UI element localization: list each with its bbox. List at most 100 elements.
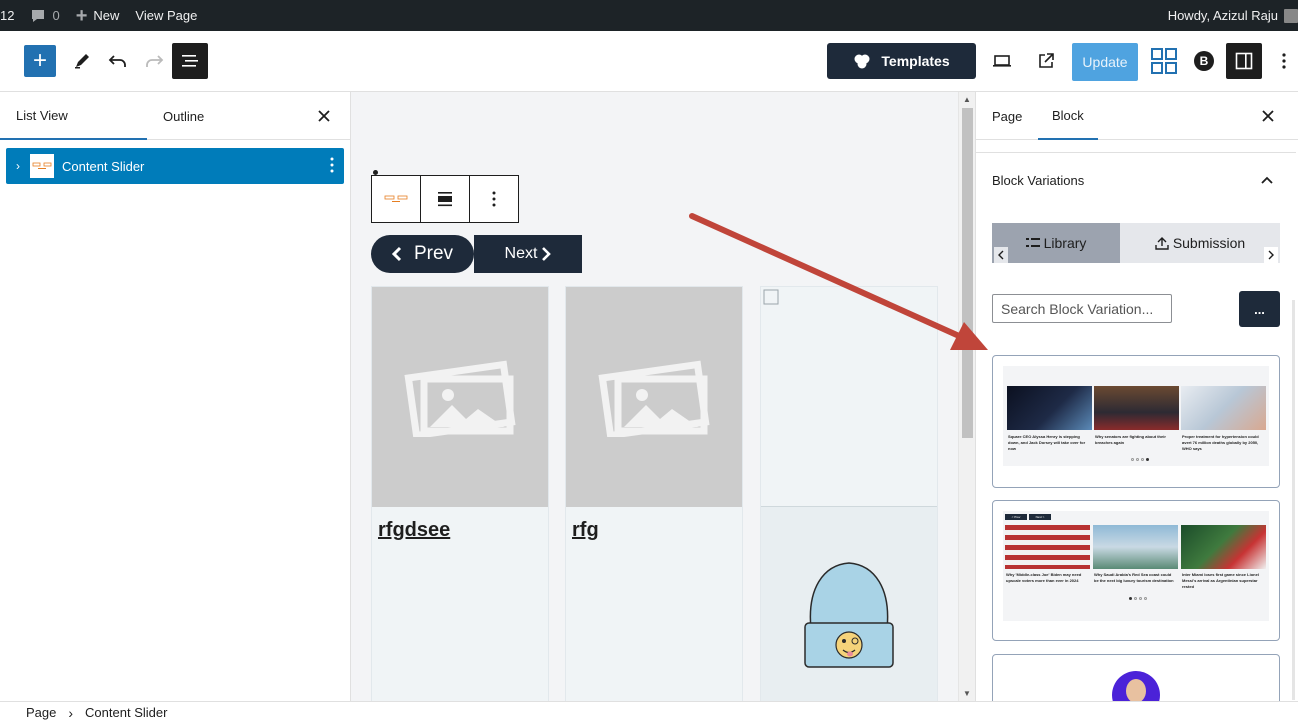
- list-item[interactable]: › Content Slider: [6, 148, 344, 184]
- variation-tabs: Library Submission: [992, 223, 1280, 263]
- tab-library-label: Library: [1043, 235, 1087, 251]
- editor-canvas[interactable]: Prev Next rfgdsee rfg: [351, 92, 958, 701]
- preview-button[interactable]: [990, 45, 1014, 77]
- new-link[interactable]: + New: [68, 0, 128, 31]
- slider-prev-button[interactable]: Prev: [371, 235, 474, 273]
- preview-pagination-dots: [1131, 458, 1149, 461]
- user-menu[interactable]: Howdy, Azizul Raju: [1160, 0, 1298, 31]
- chevron-left-icon: [998, 250, 1004, 260]
- scrollbar-thumb[interactable]: [962, 108, 973, 438]
- tab-block[interactable]: Block: [1038, 92, 1098, 140]
- block-type-button[interactable]: [372, 176, 421, 222]
- brand-plugin-button[interactable]: B: [1194, 51, 1214, 71]
- admin-counter[interactable]: 12: [0, 0, 22, 31]
- preview-image: [1181, 386, 1266, 430]
- editor-header: + Templates Update B: [0, 31, 1298, 92]
- block-more-options-button[interactable]: [470, 176, 518, 222]
- tab-page[interactable]: Page: [992, 92, 1022, 140]
- redo-icon: [146, 55, 164, 67]
- variation-card[interactable]: Square CEO Alyssa Henry is stepping down…: [992, 355, 1280, 488]
- document-overview-button[interactable]: [172, 43, 208, 79]
- templates-button[interactable]: Templates: [827, 43, 976, 79]
- avatar-face: [1126, 679, 1146, 701]
- tab-outline[interactable]: Outline: [147, 92, 257, 140]
- list-view-icon: [182, 55, 198, 67]
- view-page-link[interactable]: View Page: [127, 0, 205, 31]
- add-block-button[interactable]: +: [24, 45, 56, 77]
- variation-card[interactable]: [992, 654, 1280, 701]
- breadcrumb-separator-icon: ›: [68, 704, 74, 721]
- tools-button[interactable]: [70, 45, 94, 77]
- align-button[interactable]: [421, 176, 470, 222]
- slider-next-button[interactable]: Next: [474, 235, 582, 273]
- preview-image: [1094, 386, 1179, 430]
- canvas-scrollbar[interactable]: ▲ ▼: [958, 92, 975, 701]
- tab-block-label: Block: [1052, 107, 1084, 123]
- preview-image: [1005, 525, 1090, 569]
- more-label: ...: [1254, 301, 1265, 317]
- card-image-placeholder: [372, 287, 548, 507]
- variation-preview: Square CEO Alyssa Henry is stepping down…: [1003, 366, 1269, 466]
- list-item-label: Content Slider: [62, 158, 145, 174]
- list-view-panel: List View Outline › Content Slider: [0, 92, 351, 701]
- breadcrumb-page[interactable]: Page: [26, 705, 56, 720]
- redo-button[interactable]: [142, 45, 166, 77]
- desktop-icon: [993, 55, 1011, 67]
- pencil-icon: [75, 54, 89, 69]
- settings-sidebar-button[interactable]: [1226, 43, 1262, 79]
- settings-sidebar: Page Block Block Variations Library Subm…: [975, 92, 1298, 701]
- tab-list-view[interactable]: List View: [0, 92, 147, 140]
- slider-card[interactable]: rfgdsee: [371, 286, 549, 701]
- chevron-up-icon: [1261, 176, 1273, 184]
- comments-link[interactable]: 0: [22, 0, 67, 31]
- preview-caption: Square CEO Alyssa Henry is stepping down…: [1008, 434, 1086, 451]
- search-input[interactable]: Search Block Variation...: [992, 294, 1172, 323]
- external-link-icon: [1039, 53, 1054, 68]
- align-center-icon: [438, 192, 452, 207]
- dot: [1146, 458, 1149, 461]
- admin-counter-text: 12: [0, 8, 15, 23]
- update-label: Update: [1082, 54, 1128, 70]
- block-toolbar: [371, 175, 519, 223]
- breadcrumb-block[interactable]: Content Slider: [85, 705, 167, 720]
- preview-pagination-dots: [1129, 597, 1147, 600]
- chevron-right-icon[interactable]: ›: [6, 159, 30, 173]
- variation-card[interactable]: < Prev Next > Why 'Middle-class Joe' Bid…: [992, 500, 1280, 641]
- prev-label: Prev: [413, 243, 454, 264]
- scroll-up-arrow[interactable]: ▲: [963, 95, 971, 104]
- block-options-icon[interactable]: [330, 157, 334, 176]
- image-placeholder-icon: [598, 360, 710, 437]
- options-button[interactable]: [1274, 45, 1294, 77]
- card-title[interactable]: rfg: [566, 507, 742, 554]
- card-image-placeholder: [566, 287, 742, 507]
- view-post-button[interactable]: [1034, 45, 1058, 77]
- block-thumbnail: [30, 154, 54, 178]
- more-button[interactable]: ...: [1239, 291, 1280, 327]
- tab-submission[interactable]: Submission: [1120, 223, 1280, 263]
- section-divider: [976, 152, 1296, 153]
- block-variations-title[interactable]: Block Variations: [992, 173, 1084, 188]
- scroll-down-arrow[interactable]: ▼: [963, 689, 971, 698]
- upload-icon: [1155, 237, 1169, 250]
- slider-card[interactable]: rfg: [565, 286, 743, 701]
- dot: [1141, 458, 1144, 461]
- sidebar-tabs: Page Block: [976, 92, 1298, 140]
- card-title[interactable]: rfgdsee: [372, 507, 548, 554]
- update-button[interactable]: Update: [1072, 43, 1138, 81]
- tabs-scroll-right[interactable]: [1264, 247, 1278, 263]
- content-slider-block-icon: [32, 162, 52, 169]
- templates-label: Templates: [881, 53, 950, 69]
- tab-library[interactable]: Library: [992, 223, 1120, 263]
- slider-card[interactable]: [760, 286, 938, 701]
- tabs-scroll-left[interactable]: [994, 247, 1008, 263]
- close-sidebar-button[interactable]: [1260, 92, 1276, 140]
- view-page-label: View Page: [135, 8, 198, 23]
- grid-plugin-button[interactable]: [1150, 47, 1178, 75]
- collapse-section-button[interactable]: [1260, 173, 1274, 188]
- tab-submission-label: Submission: [1172, 235, 1246, 251]
- plus-icon: +: [32, 47, 47, 74]
- preview-image: [1093, 525, 1178, 569]
- undo-button[interactable]: [106, 45, 130, 77]
- sidebar-scrollbar[interactable]: [1289, 140, 1298, 701]
- close-list-view-button[interactable]: [314, 92, 334, 140]
